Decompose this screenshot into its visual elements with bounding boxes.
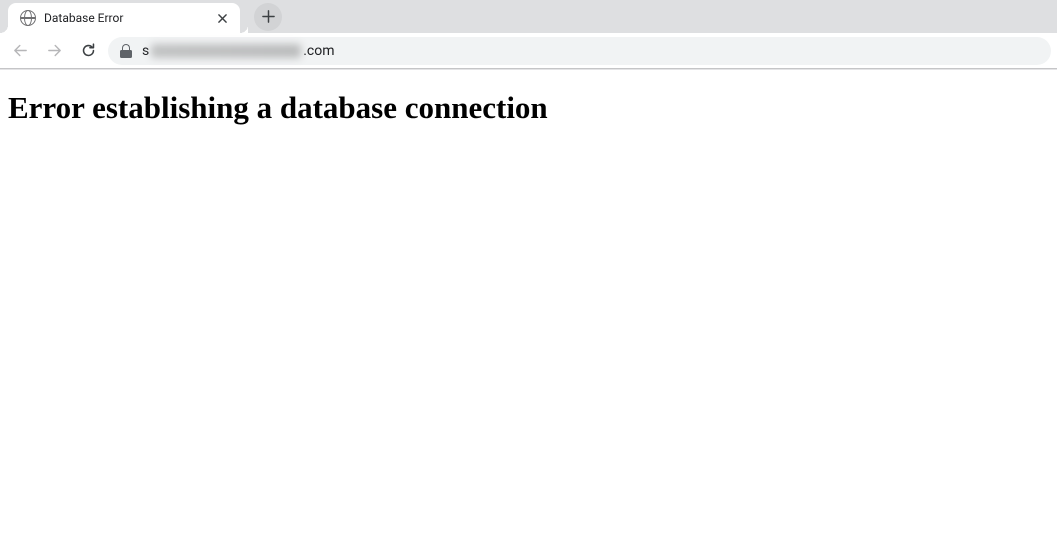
arrow-right-icon [46, 42, 63, 59]
address-bar[interactable]: s .com [108, 37, 1051, 65]
error-heading: Error establishing a database connection [8, 90, 1049, 126]
close-icon [218, 14, 227, 23]
page-viewport: Error establishing a database connection [0, 69, 1057, 146]
url-first-char: s [142, 43, 149, 59]
url-visible-suffix: .com [303, 43, 334, 59]
reload-icon [80, 42, 97, 59]
forward-button[interactable] [40, 37, 68, 65]
tab-strip: Database Error [0, 0, 1057, 33]
lock-icon [120, 44, 132, 58]
active-tab[interactable]: Database Error [8, 3, 240, 33]
plus-icon [262, 10, 275, 23]
tab-title: Database Error [44, 11, 206, 25]
arrow-left-icon [12, 42, 29, 59]
url-text: s .com [142, 43, 335, 59]
back-button[interactable] [6, 37, 34, 65]
new-tab-button[interactable] [254, 3, 282, 31]
globe-icon [20, 10, 36, 26]
url-obscured-segment [151, 44, 301, 58]
reload-button[interactable] [74, 37, 102, 65]
close-tab-button[interactable] [214, 10, 230, 26]
toolbar: s .com [0, 33, 1057, 69]
